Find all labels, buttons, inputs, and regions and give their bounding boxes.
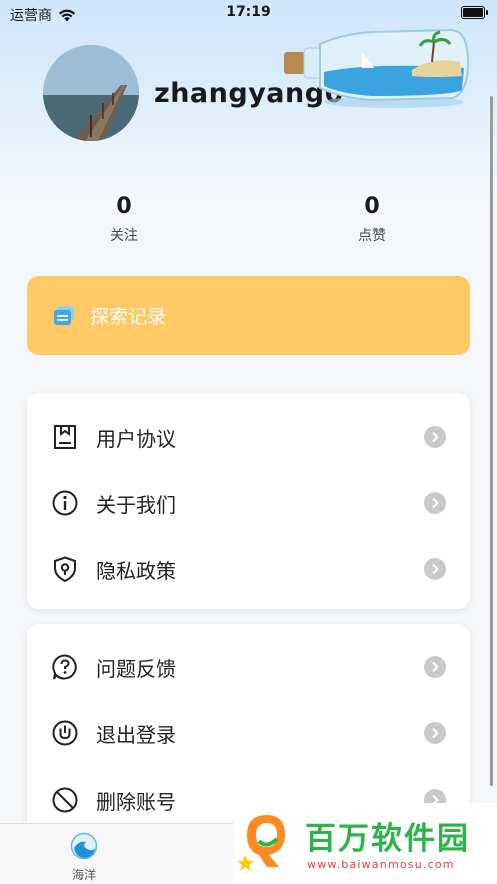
bottle-illustration [284,28,470,108]
menu-item-about-us[interactable]: 关于我们 [27,481,470,525]
records-icon [54,305,74,325]
chevron-right-icon [424,656,446,678]
power-icon [52,720,78,746]
info-icon [52,490,78,516]
menu-label: 问题反馈 [96,656,176,681]
explore-records-label: 探索记录 [90,306,167,328]
menu-label: 用户协议 [96,426,176,451]
following-count: 0 [116,194,132,219]
ocean-wave-icon [70,832,98,860]
tab-ocean[interactable]: 海洋 [54,832,114,883]
watermark-logo [239,815,285,871]
watermark-name: 百万软件园 [305,821,470,857]
chevron-right-icon [424,426,446,448]
battery-icon [461,6,488,19]
status-time: 17:19 [226,4,271,20]
following-label: 关注 [110,228,138,244]
chevron-right-icon [424,722,446,744]
chevron-right-icon [424,492,446,514]
menu-label: 删除账号 [96,789,176,814]
menu-label: 隐私政策 [96,558,176,583]
tab-ocean-label: 海洋 [71,868,96,882]
menu-item-privacy-policy[interactable]: 隐私政策 [27,547,470,591]
menu-label: 关于我们 [96,492,176,517]
menu-item-feedback[interactable]: 问题反馈 [27,645,470,689]
avatar[interactable] [43,45,139,141]
document-icon [54,425,76,449]
shield-icon [54,556,76,583]
watermark-url: www.baiwanmosu.com [307,858,455,871]
ban-icon [52,787,78,813]
menu-item-logout[interactable]: 退出登录 [27,711,470,755]
stat-likes[interactable]: 0 点赞 [312,194,432,245]
scrollbar[interactable] [490,96,493,786]
stat-following[interactable]: 0 关注 [64,194,184,245]
avatar-pier-image [43,45,139,141]
likes-label: 点赞 [358,228,386,244]
likes-count: 0 [364,194,380,219]
menu-label: 退出登录 [96,722,176,747]
menu-item-user-agreement[interactable]: 用户协议 [27,415,470,459]
explore-records-button[interactable]: 探索记录 [27,276,470,355]
settings-card-1: 用户协议 关于我们 隐私政策 [27,393,470,609]
watermark: 百万软件园 www.baiwanmosu.com [233,803,497,883]
chevron-right-icon [424,558,446,580]
question-icon [52,654,77,680]
